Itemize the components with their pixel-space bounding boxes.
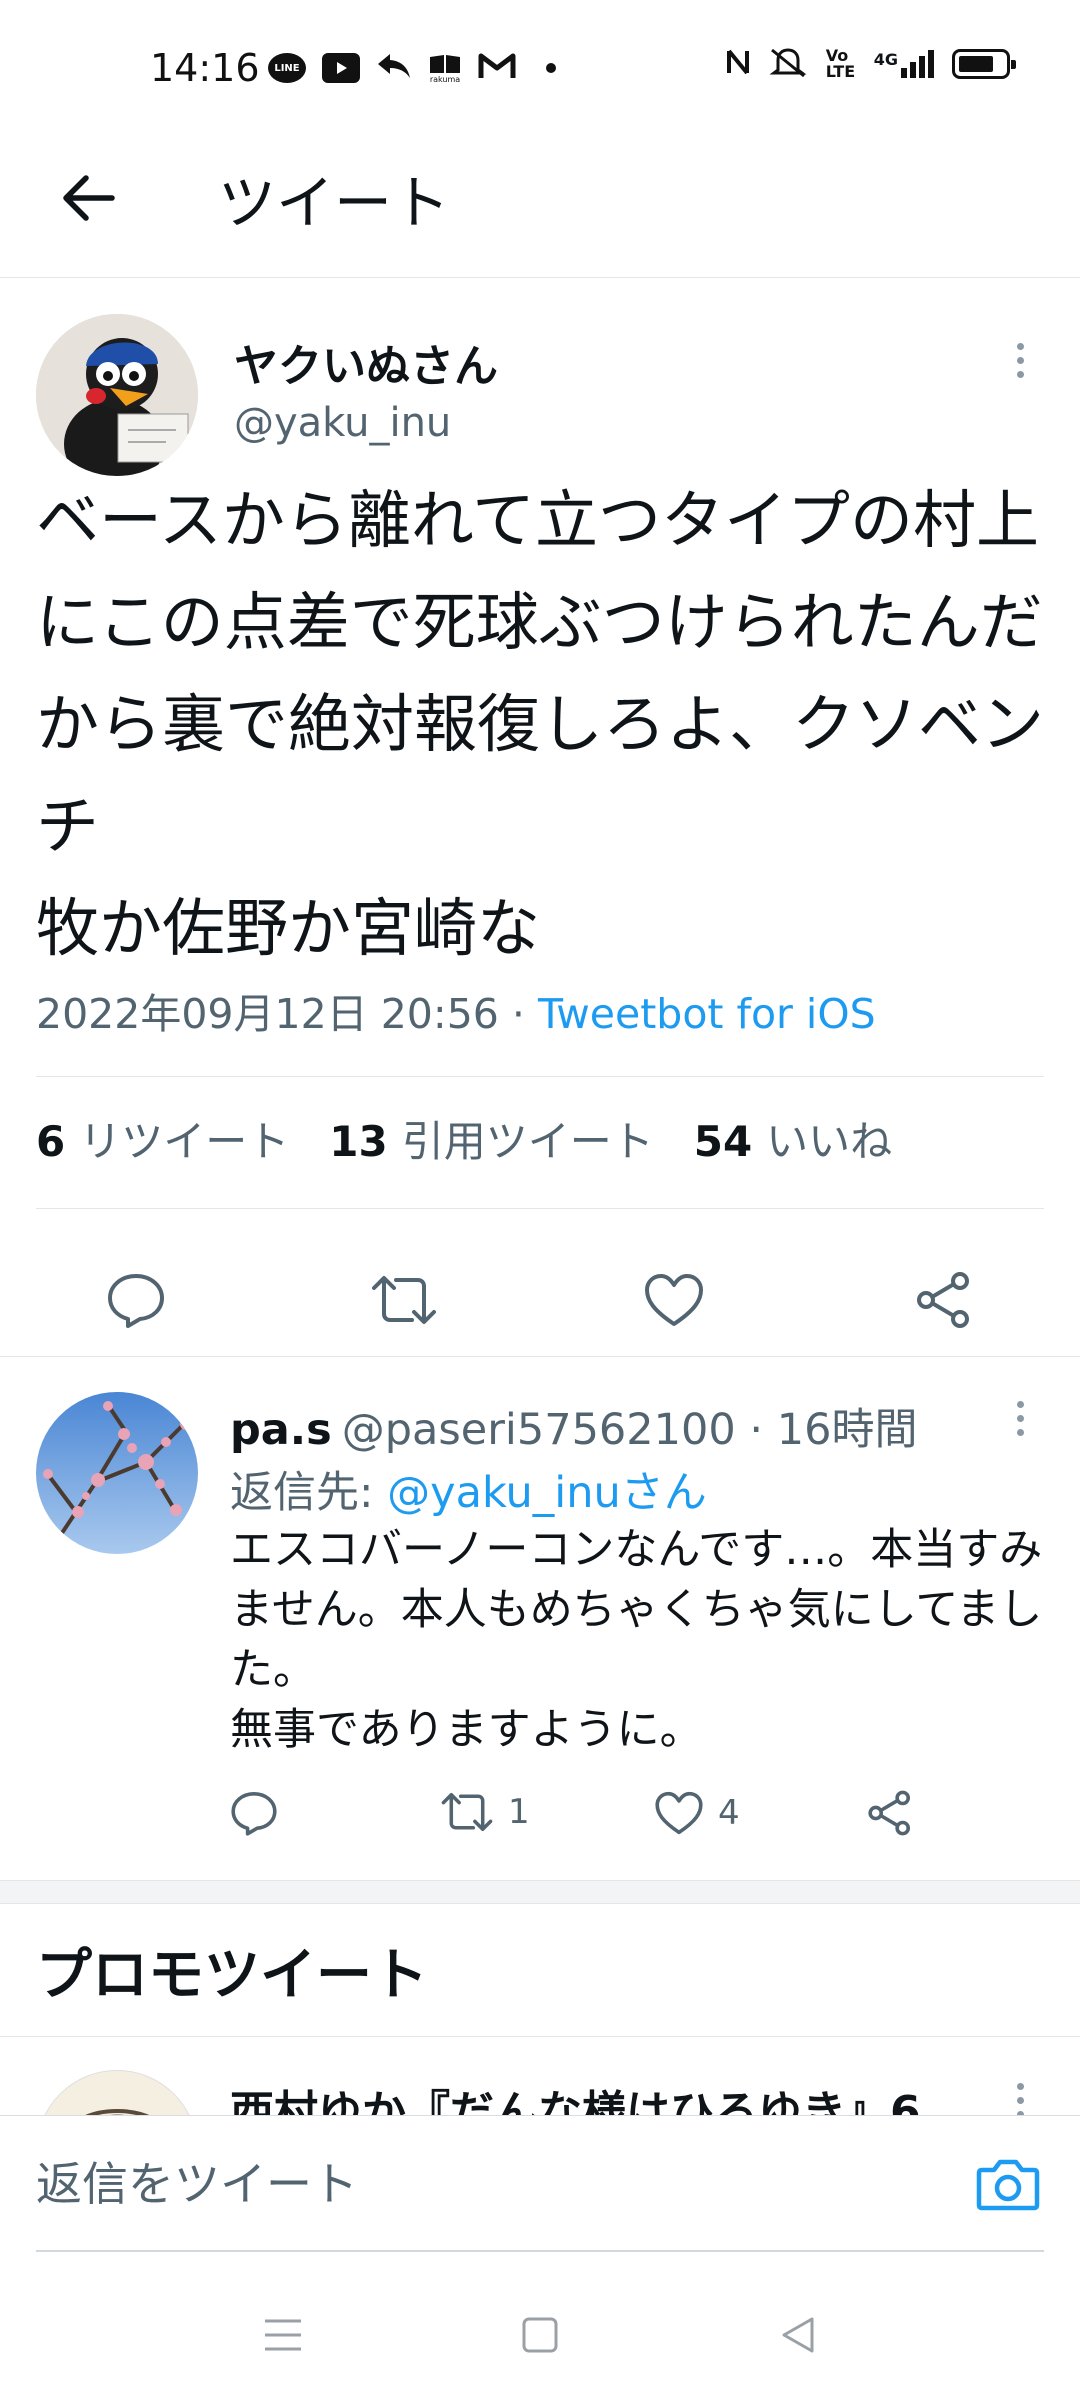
reply-text: エスコバーノーコンなんです…。本当すみません。本人もめちゃくちゃ気にしてました。…	[230, 1525, 1043, 1755]
mute-icon	[768, 46, 808, 82]
reply-action-bar: 1 4	[230, 1790, 1050, 1850]
quotes-label: 引用ツイート	[401, 1117, 654, 1166]
page-title: ツイート	[218, 169, 451, 237]
reply-more-options-button[interactable]	[998, 1388, 1042, 1448]
retweet-icon	[372, 1276, 436, 1324]
more-notifications-dot	[546, 63, 556, 73]
battery-icon	[952, 49, 1016, 79]
recents-button[interactable]	[248, 2300, 318, 2370]
reply-icon	[108, 1274, 164, 1328]
reply-header: pa.s @paseri57562100 · 16時間	[230, 1395, 917, 1457]
retweets-label: リツイート	[79, 1117, 290, 1166]
status-bar: 14:16 LINE rakuma Vo LTE 4G	[0, 0, 1080, 130]
system-navigation-bar	[0, 2270, 1080, 2400]
camera-icon	[976, 2159, 1040, 2211]
reply-to-prefix: 返信先:	[230, 1468, 388, 1518]
reply-share-button[interactable]	[866, 1790, 914, 1836]
reply-icon	[231, 1792, 277, 1836]
rakuma-icon: rakuma	[428, 53, 462, 84]
tweet-more-options-button[interactable]	[998, 330, 1042, 390]
tweet-text: ベースから離れて立つタイプの村上にこの点差で死球ぶつけられたんだから裏で絶対報復…	[36, 484, 1044, 965]
tweet-stats: 6 リツイート 13 引用ツイート 54 いいね	[36, 1108, 892, 1169]
tweet-meta: 2022年09月12日 20:56 · Tweetbot for iOS	[36, 980, 876, 1040]
reply-author-handle[interactable]: @paseri57562100	[342, 1405, 736, 1455]
meta-separator: ·	[498, 990, 538, 1038]
menu-icon	[265, 2319, 301, 2351]
author-avatar[interactable]	[36, 314, 198, 476]
divider	[0, 1356, 1080, 1357]
reply-retweet-button[interactable]: 1	[440, 1790, 530, 1834]
heart-icon	[655, 1791, 703, 1835]
reply-to-mention[interactable]: @yaku_inuさん	[387, 1468, 707, 1518]
system-icons: Vo LTE 4G	[726, 46, 1016, 82]
reply-like-button[interactable]: 4	[654, 1790, 740, 1836]
volte-icon: Vo LTE	[825, 46, 856, 81]
reply-retweet-count: 1	[508, 1792, 530, 1832]
quotes-count: 13	[329, 1117, 388, 1166]
signal-4g-icon: 4G	[874, 50, 934, 78]
author-handle[interactable]: @yaku_inu	[234, 400, 451, 446]
reply-author-name[interactable]: pa.s	[230, 1405, 332, 1455]
section-separator	[0, 1880, 1080, 1904]
retweet-icon	[441, 1792, 493, 1832]
back-nav-button[interactable]	[763, 2300, 833, 2370]
retweets-stat[interactable]: 6 リツイート	[36, 1108, 289, 1169]
composer-underline	[36, 2250, 1044, 2252]
retweets-count: 6	[36, 1117, 66, 1166]
divider	[36, 1076, 1044, 1077]
divider	[0, 2036, 1080, 2037]
triangle-back-icon	[782, 2317, 814, 2353]
home-button[interactable]	[505, 2300, 575, 2370]
tweet-timestamp: 2022年09月12日 20:56	[36, 990, 499, 1038]
likes-stat[interactable]: 54 いいね	[694, 1108, 892, 1169]
tweet-source-link[interactable]: Tweetbot for iOS	[538, 990, 876, 1038]
likes-label: いいね	[766, 1117, 893, 1166]
tweet-action-bar	[0, 1240, 1080, 1360]
gmail-icon	[478, 51, 516, 85]
like-button[interactable]	[634, 1260, 714, 1340]
notification-icons: LINE rakuma	[268, 50, 556, 86]
reply-author-avatar[interactable]	[36, 1392, 198, 1554]
reply-like-count: 4	[718, 1793, 740, 1833]
arrow-left-icon	[63, 175, 115, 221]
square-icon	[522, 2317, 558, 2353]
share-icon	[868, 1790, 911, 1836]
heart-icon	[645, 1274, 703, 1326]
camera-button[interactable]	[972, 2148, 1044, 2220]
retweet-button[interactable]	[364, 1260, 444, 1340]
share-icon	[917, 1272, 969, 1328]
reply-input[interactable]: 返信をツイート	[36, 2148, 358, 2214]
more-dots-icon	[1016, 2082, 1024, 2090]
reply-reply-button[interactable]	[230, 1790, 278, 1836]
share-button[interactable]	[904, 1260, 984, 1340]
line-icon: LINE	[268, 53, 306, 83]
reply-arrow-icon	[376, 50, 412, 86]
youtube-icon	[322, 53, 360, 83]
promoted-section-title: プロモツイート	[36, 1943, 428, 2008]
more-dots-icon	[1016, 1400, 1024, 1408]
rakuma-label: rakuma	[429, 74, 461, 84]
reply-composer: 返信をツイート	[0, 2115, 1080, 2270]
quotes-stat[interactable]: 13 引用ツイート	[329, 1108, 653, 1169]
reply-to-line: 返信先: @yaku_inuさん	[230, 1458, 707, 1520]
top-app-bar: ツイート	[0, 130, 1080, 278]
network-type: 4G	[873, 50, 898, 69]
reply-time: · 16時間	[749, 1405, 918, 1455]
divider	[36, 1208, 1044, 1209]
reply-button[interactable]	[96, 1260, 176, 1340]
likes-count: 54	[693, 1117, 753, 1166]
nfc-icon	[726, 47, 750, 81]
author-name[interactable]: ヤクいぬさん	[234, 330, 498, 394]
more-dots-icon	[1016, 342, 1024, 350]
back-button[interactable]	[52, 162, 124, 234]
status-time: 14:16	[150, 46, 260, 90]
